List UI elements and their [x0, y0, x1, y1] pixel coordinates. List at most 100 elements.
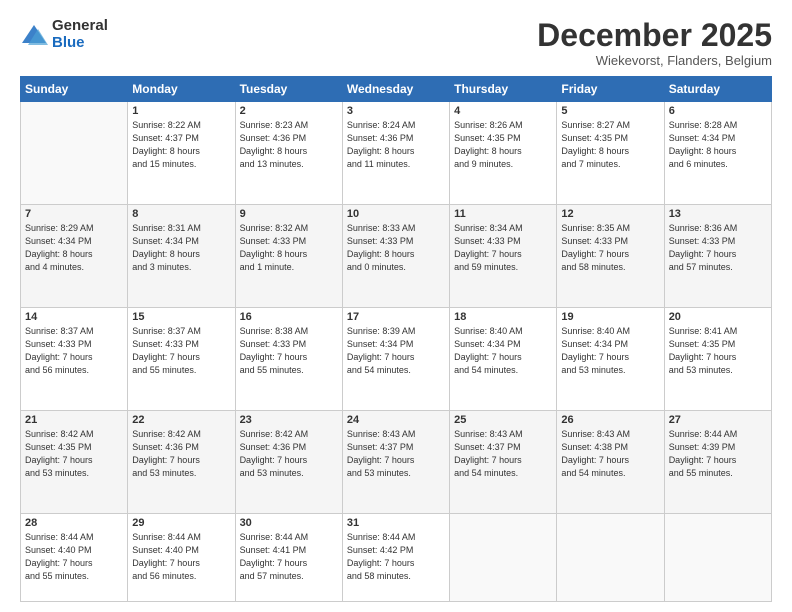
calendar-cell: 26 Sunrise: 8:43 AMSunset: 4:38 PMDayligh… [557, 411, 664, 514]
day-info: Sunrise: 8:27 AMSunset: 4:35 PMDaylight:… [561, 119, 659, 171]
day-number: 3 [347, 105, 445, 117]
calendar-cell: 3 Sunrise: 8:24 AMSunset: 4:36 PMDaylight… [342, 102, 449, 205]
header-sunday: Sunday [21, 77, 128, 102]
day-number: 6 [669, 105, 767, 117]
day-number: 13 [669, 208, 767, 220]
day-info: Sunrise: 8:44 AMSunset: 4:40 PMDaylight:… [132, 531, 230, 583]
calendar-cell: 18Sunrise: 8:40 AMSunset: 4:34 PMDayligh… [450, 308, 557, 411]
day-info: Sunrise: 8:41 AMSunset: 4:35 PMDaylight:… [669, 325, 767, 377]
calendar-cell: 16 Sunrise: 8:38 AMSunset: 4:33 PMDayligh… [235, 308, 342, 411]
header-saturday: Saturday [664, 77, 771, 102]
calendar-cell: 13 Sunrise: 8:36 AMSunset: 4:33 PMDayligh… [664, 205, 771, 308]
calendar-cell: 6 Sunrise: 8:28 AMSunset: 4:34 PMDaylight… [664, 102, 771, 205]
day-number: 28 [25, 517, 123, 529]
calendar-cell: 27Sunrise: 8:44 AMSunset: 4:39 PMDayligh… [664, 411, 771, 514]
day-info: Sunrise: 8:34 AMSunset: 4:33 PMDaylight:… [454, 222, 552, 274]
day-info: Sunrise: 8:44 AMSunset: 4:40 PMDaylight:… [25, 531, 123, 583]
day-info: Sunrise: 8:28 AMSunset: 4:34 PMDaylight:… [669, 119, 767, 171]
page: General Blue December 2025 Wiekevorst, F… [0, 0, 792, 612]
header: General Blue December 2025 Wiekevorst, F… [20, 18, 772, 68]
day-info: Sunrise: 8:32 AMSunset: 4:33 PMDaylight:… [240, 222, 338, 274]
calendar-cell [450, 514, 557, 602]
day-number: 24 [347, 414, 445, 426]
calendar-cell: 20 Sunrise: 8:41 AMSunset: 4:35 PMDayligh… [664, 308, 771, 411]
day-number: 20 [669, 311, 767, 323]
calendar-cell: 23Sunrise: 8:42 AMSunset: 4:36 PMDayligh… [235, 411, 342, 514]
day-number: 10 [347, 208, 445, 220]
day-info: Sunrise: 8:23 AMSunset: 4:36 PMDaylight:… [240, 119, 338, 171]
header-friday: Friday [557, 77, 664, 102]
day-number: 11 [454, 208, 552, 220]
day-number: 4 [454, 105, 552, 117]
calendar-cell [21, 102, 128, 205]
calendar-cell: 28 Sunrise: 8:44 AMSunset: 4:40 PMDayligh… [21, 514, 128, 602]
day-number: 2 [240, 105, 338, 117]
day-info: Sunrise: 8:44 AMSunset: 4:41 PMDaylight:… [240, 531, 338, 583]
logo-icon [20, 21, 48, 49]
calendar-cell: 12Sunrise: 8:35 AMSunset: 4:33 PMDayligh… [557, 205, 664, 308]
day-number: 30 [240, 517, 338, 529]
day-info: Sunrise: 8:42 AMSunset: 4:35 PMDaylight:… [25, 428, 123, 480]
day-number: 26 [561, 414, 659, 426]
day-number: 16 [240, 311, 338, 323]
day-info: Sunrise: 8:29 AMSunset: 4:34 PMDaylight:… [25, 222, 123, 274]
calendar-cell: 17 Sunrise: 8:39 AMSunset: 4:34 PMDayligh… [342, 308, 449, 411]
calendar-cell: 11 Sunrise: 8:34 AMSunset: 4:33 PMDayligh… [450, 205, 557, 308]
calendar-cell: 15 Sunrise: 8:37 AMSunset: 4:33 PMDayligh… [128, 308, 235, 411]
calendar-cell: 8Sunrise: 8:31 AMSunset: 4:34 PMDaylight… [128, 205, 235, 308]
day-number: 19 [561, 311, 659, 323]
calendar-cell: 31 Sunrise: 8:44 AMSunset: 4:42 PMDayligh… [342, 514, 449, 602]
day-number: 29 [132, 517, 230, 529]
calendar-cell: 9 Sunrise: 8:32 AMSunset: 4:33 PMDaylight… [235, 205, 342, 308]
logo-blue-text: Blue [52, 35, 108, 52]
day-number: 27 [669, 414, 767, 426]
day-info: Sunrise: 8:24 AMSunset: 4:36 PMDaylight:… [347, 119, 445, 171]
day-info: Sunrise: 8:26 AMSunset: 4:35 PMDaylight:… [454, 119, 552, 171]
header-tuesday: Tuesday [235, 77, 342, 102]
logo: General Blue [20, 18, 108, 51]
day-info: Sunrise: 8:38 AMSunset: 4:33 PMDaylight:… [240, 325, 338, 377]
logo-general-text: General [52, 18, 108, 35]
day-info: Sunrise: 8:39 AMSunset: 4:34 PMDaylight:… [347, 325, 445, 377]
day-number: 5 [561, 105, 659, 117]
header-wednesday: Wednesday [342, 77, 449, 102]
calendar-cell: 25 Sunrise: 8:43 AMSunset: 4:37 PMDayligh… [450, 411, 557, 514]
day-number: 9 [240, 208, 338, 220]
day-number: 17 [347, 311, 445, 323]
day-number: 22 [132, 414, 230, 426]
day-number: 18 [454, 311, 552, 323]
day-info: Sunrise: 8:36 AMSunset: 4:33 PMDaylight:… [669, 222, 767, 274]
day-number: 25 [454, 414, 552, 426]
title-block: December 2025 Wiekevorst, Flanders, Belg… [537, 18, 772, 68]
calendar-cell: 22 Sunrise: 8:42 AMSunset: 4:36 PMDayligh… [128, 411, 235, 514]
calendar-cell: 21 Sunrise: 8:42 AMSunset: 4:35 PMDayligh… [21, 411, 128, 514]
calendar-cell [557, 514, 664, 602]
calendar-cell: 29 Sunrise: 8:44 AMSunset: 4:40 PMDayligh… [128, 514, 235, 602]
day-number: 15 [132, 311, 230, 323]
day-info: Sunrise: 8:37 AMSunset: 4:33 PMDaylight:… [25, 325, 123, 377]
calendar-cell: 14Sunrise: 8:37 AMSunset: 4:33 PMDayligh… [21, 308, 128, 411]
day-number: 31 [347, 517, 445, 529]
calendar-cell [664, 514, 771, 602]
day-number: 21 [25, 414, 123, 426]
day-info: Sunrise: 8:43 AMSunset: 4:37 PMDaylight:… [347, 428, 445, 480]
calendar-cell: 4 Sunrise: 8:26 AMSunset: 4:35 PMDaylight… [450, 102, 557, 205]
day-info: Sunrise: 8:43 AMSunset: 4:38 PMDaylight:… [561, 428, 659, 480]
day-number: 1 [132, 105, 230, 117]
calendar-cell: 10Sunrise: 8:33 AMSunset: 4:33 PMDayligh… [342, 205, 449, 308]
logo-text: General Blue [52, 18, 108, 51]
day-number: 23 [240, 414, 338, 426]
day-info: Sunrise: 8:31 AMSunset: 4:34 PMDaylight:… [132, 222, 230, 274]
month-title: December 2025 [537, 18, 772, 53]
day-info: Sunrise: 8:44 AMSunset: 4:42 PMDaylight:… [347, 531, 445, 583]
calendar-cell: 30 Sunrise: 8:44 AMSunset: 4:41 PMDayligh… [235, 514, 342, 602]
location: Wiekevorst, Flanders, Belgium [537, 53, 772, 68]
calendar-cell: 7 Sunrise: 8:29 AMSunset: 4:34 PMDaylight… [21, 205, 128, 308]
day-info: Sunrise: 8:43 AMSunset: 4:37 PMDaylight:… [454, 428, 552, 480]
day-info: Sunrise: 8:37 AMSunset: 4:33 PMDaylight:… [132, 325, 230, 377]
header-thursday: Thursday [450, 77, 557, 102]
calendar-cell: 19Sunrise: 8:40 AMSunset: 4:34 PMDayligh… [557, 308, 664, 411]
calendar-cell: 1Sunrise: 8:22 AMSunset: 4:37 PMDaylight… [128, 102, 235, 205]
day-info: Sunrise: 8:42 AMSunset: 4:36 PMDaylight:… [132, 428, 230, 480]
day-number: 7 [25, 208, 123, 220]
